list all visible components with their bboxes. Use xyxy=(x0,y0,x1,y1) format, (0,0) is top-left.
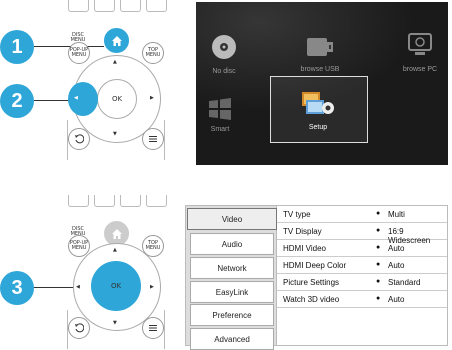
option-name: Watch 3D video xyxy=(283,295,340,304)
option-name: Picture Settings xyxy=(283,278,340,287)
option-row[interactable]: Picture Settings ● Standard xyxy=(277,274,447,291)
option-name: TV type xyxy=(283,210,311,219)
usb-icon xyxy=(307,38,333,56)
back-button[interactable] xyxy=(68,128,90,150)
remote-control-top: DISC MENU POP-UP MENU TOP MENU ▲ ▼ ▶ OK … xyxy=(64,0,168,160)
home-item-setup[interactable]: Setup xyxy=(290,88,346,131)
option-row[interactable]: Watch 3D video ● Auto xyxy=(277,291,447,308)
windows-icon xyxy=(209,98,231,120)
option-bullet: ● xyxy=(376,295,381,302)
step-badge-1: 1 xyxy=(0,30,34,64)
option-bullet: ● xyxy=(376,244,381,251)
nav-left-highlight[interactable] xyxy=(68,82,98,116)
option-value: Auto xyxy=(388,261,405,270)
category-advanced[interactable]: Advanced xyxy=(190,328,274,350)
home-item-browse-pc[interactable]: browse PC xyxy=(392,32,448,73)
option-row[interactable]: TV Display ● 16:9 Widescreen xyxy=(277,223,447,245)
top-menu-button[interactable]: TOP MENU xyxy=(142,42,164,64)
option-bullet: ● xyxy=(376,210,381,217)
options-icon xyxy=(149,136,157,142)
pc-icon xyxy=(408,33,432,55)
option-row[interactable]: TV type ● Multi xyxy=(277,206,447,223)
option-row[interactable]: HDMI Video ● Auto xyxy=(277,240,447,257)
disc-icon xyxy=(212,35,236,59)
options-button[interactable] xyxy=(142,317,164,339)
popup-menu-button[interactable]: POP-UP MENU xyxy=(68,42,90,64)
option-row[interactable]: HDMI Deep Color ● Auto xyxy=(277,257,447,274)
settings-options-list: TV type ● Multi TV Display ● 16:9 Widesc… xyxy=(277,205,448,346)
step-badge-2: 2 xyxy=(0,84,34,118)
category-audio[interactable]: Audio xyxy=(190,233,274,255)
option-bullet: ● xyxy=(376,261,381,268)
home-item-browse-usb[interactable]: browse USB xyxy=(290,36,350,73)
home-icon xyxy=(111,35,122,46)
nav-up-arrow[interactable]: ▲ xyxy=(113,247,117,253)
back-icon xyxy=(75,134,84,144)
option-value: Standard xyxy=(388,278,421,287)
nav-right-arrow[interactable]: ▶ xyxy=(150,284,154,290)
nav-down-arrow[interactable]: ▼ xyxy=(113,320,117,326)
home-icon xyxy=(111,228,122,239)
home-item-no-disc[interactable]: No disc xyxy=(202,34,246,75)
option-name: TV Display xyxy=(283,227,322,236)
back-icon xyxy=(75,323,84,333)
home-item-smart[interactable]: Smart xyxy=(200,96,240,133)
nav-left-arrow[interactable]: ◀ xyxy=(76,284,80,290)
category-preference[interactable]: Preference xyxy=(190,304,274,326)
option-name: HDMI Video xyxy=(283,244,326,253)
nav-down-arrow[interactable]: ▼ xyxy=(113,131,117,137)
nav-left-arrow[interactable]: ◀ xyxy=(74,95,78,101)
home-menu-screen: No disc browse USB browse PC Smart Setup xyxy=(196,2,448,165)
ok-button[interactable]: OK xyxy=(91,261,141,311)
option-name: HDMI Deep Color xyxy=(283,261,347,270)
step-badge-3: 3 xyxy=(0,271,34,305)
category-network[interactable]: Network xyxy=(190,257,274,279)
option-value: Auto xyxy=(388,244,405,253)
nav-right-arrow[interactable]: ▶ xyxy=(150,95,154,101)
options-button[interactable] xyxy=(142,128,164,150)
settings-category-list: Video Audio Network EasyLink Preference … xyxy=(185,205,277,350)
option-value: Auto xyxy=(388,295,405,304)
settings-menu: Video Audio Network EasyLink Preference … xyxy=(185,205,448,350)
home-button[interactable] xyxy=(104,28,129,53)
option-bullet: ● xyxy=(376,278,381,285)
remote-control-bottom: DISC MENU POP-UP MENU TOP MENU ▲ ▼ ◀ ▶ O… xyxy=(64,195,168,349)
ok-button[interactable]: OK xyxy=(97,79,137,119)
category-video[interactable]: Video xyxy=(187,208,277,230)
option-bullet: ● xyxy=(376,227,381,234)
option-value: Multi xyxy=(388,210,405,219)
nav-up-arrow[interactable]: ▲ xyxy=(113,59,117,65)
options-icon xyxy=(149,325,157,331)
back-button[interactable] xyxy=(68,317,90,339)
category-easylink[interactable]: EasyLink xyxy=(190,281,274,303)
setup-icon xyxy=(302,92,334,114)
